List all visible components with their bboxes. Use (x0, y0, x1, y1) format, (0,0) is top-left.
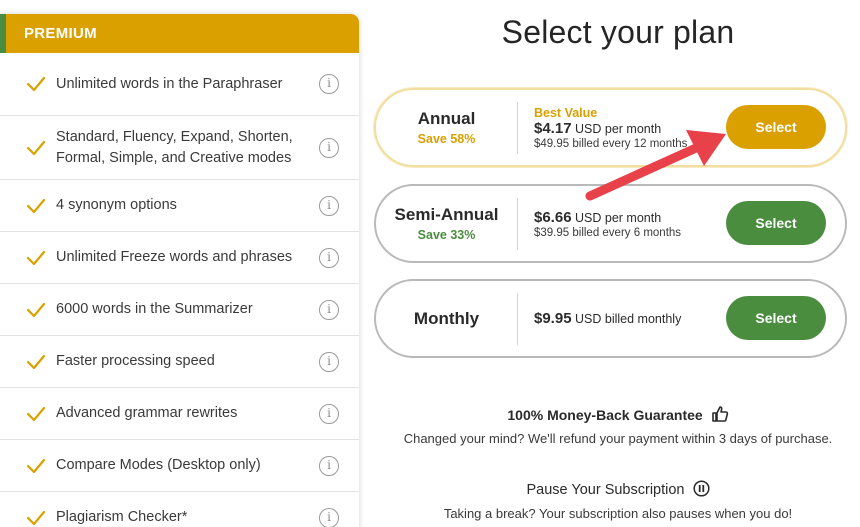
info-icon[interactable]: i (319, 455, 339, 476)
guarantee-title: 100% Money-Back Guarantee (376, 405, 860, 423)
feature-label: 4 synonym options (56, 197, 177, 213)
thumbs-up-icon (711, 406, 728, 422)
plan-card-annual[interactable]: Annual Save 58% Best Value $4.17 USD per… (374, 88, 847, 167)
check-icon (26, 510, 46, 525)
plan-savings: Save 58% (417, 132, 476, 146)
feature-label: Advanced grammar rewrites (56, 405, 238, 421)
premium-features-panel: PREMIUM Unlimited words in the Paraphras… (0, 14, 359, 527)
guarantee-title-text: 100% Money-Back Guarantee (507, 407, 703, 423)
plan-card-monthly[interactable]: Monthly $9.95 USD billed monthly Select (374, 279, 847, 358)
feature-label: 6000 words in the Summarizer (56, 301, 253, 317)
select-semi-annual-button[interactable]: Select (726, 200, 826, 245)
check-icon (26, 76, 46, 92)
price-suffix: USD per month (575, 210, 662, 225)
plan-name-column: Monthly (376, 292, 518, 345)
info-icon[interactable]: i (319, 351, 339, 372)
plan-savings: Save 33% (417, 228, 476, 242)
money-back-section: 100% Money-Back Guarantee Changed your m… (376, 405, 860, 446)
feature-row: 4 synonym options i (0, 180, 359, 232)
info-icon[interactable]: i (319, 299, 339, 320)
page-title: Select your plan (501, 14, 735, 50)
pause-title-text: Pause Your Subscription (526, 482, 685, 498)
check-icon (26, 458, 46, 473)
pause-icon (692, 480, 710, 497)
plan-name-column: Annual Save 58% (376, 101, 518, 154)
feature-label: Unlimited words in the Paraphraser (56, 75, 283, 92)
plan-name: Monthly (413, 308, 480, 328)
info-icon[interactable]: i (319, 137, 339, 158)
price-amount: $9.95 (534, 310, 572, 327)
feature-row: Advanced grammar rewrites i (0, 388, 359, 440)
feature-label: Plagiarism Checker* (56, 509, 188, 525)
info-icon[interactable]: i (319, 403, 339, 424)
check-icon (26, 198, 46, 213)
feature-row: Compare Modes (Desktop only) i (0, 440, 359, 492)
plan-name: Semi-Annual (394, 205, 499, 224)
feature-label: Faster processing speed (56, 353, 215, 369)
info-icon[interactable]: i (319, 507, 339, 527)
plan-card-semi-annual[interactable]: Semi-Annual Save 33% $6.66 USD per month… (374, 184, 847, 263)
feature-row: 6000 words in the Summarizer i (0, 284, 359, 336)
check-icon (26, 140, 46, 155)
info-icon[interactable]: i (319, 74, 339, 94)
select-monthly-button[interactable]: Select (726, 295, 826, 340)
feature-row: Standard, Fluency, Expand, Shorten, Form… (0, 116, 359, 180)
price-suffix: USD billed monthly (575, 312, 682, 326)
guarantee-text: Changed your mind? We'll refund your pay… (403, 431, 833, 446)
check-icon (26, 406, 46, 421)
feature-row: Faster processing speed i (0, 336, 359, 388)
check-icon (26, 250, 46, 265)
check-icon (26, 354, 46, 369)
feature-label: Unlimited Freeze words and phrases (56, 249, 293, 265)
plan-name: Annual (417, 109, 476, 128)
pause-section: Pause Your Subscription Taking a break? … (376, 480, 860, 521)
price-amount: $6.66 (534, 208, 572, 226)
feature-row: Plagiarism Checker* i (0, 492, 359, 527)
check-icon (26, 302, 46, 317)
feature-row: Unlimited Freeze words and phrases i (0, 232, 359, 284)
price-amount: $4.17 (534, 119, 572, 137)
pause-title: Pause Your Subscription (376, 480, 860, 498)
feature-label: Standard, Fluency, Expand, Shorten, Form… (56, 128, 293, 166)
plan-name-column: Semi-Annual Save 33% (376, 197, 518, 250)
pause-text: Taking a break? Your subscription also p… (443, 506, 793, 521)
info-icon[interactable]: i (319, 195, 339, 216)
price-suffix: USD per month (575, 121, 662, 136)
info-icon[interactable]: i (319, 247, 339, 268)
feature-row: Unlimited words in the Paraphraser i (0, 53, 359, 116)
select-annual-button[interactable]: Select (726, 104, 826, 149)
premium-header: PREMIUM (0, 14, 359, 53)
feature-label: Compare Modes (Desktop only) (56, 457, 261, 473)
